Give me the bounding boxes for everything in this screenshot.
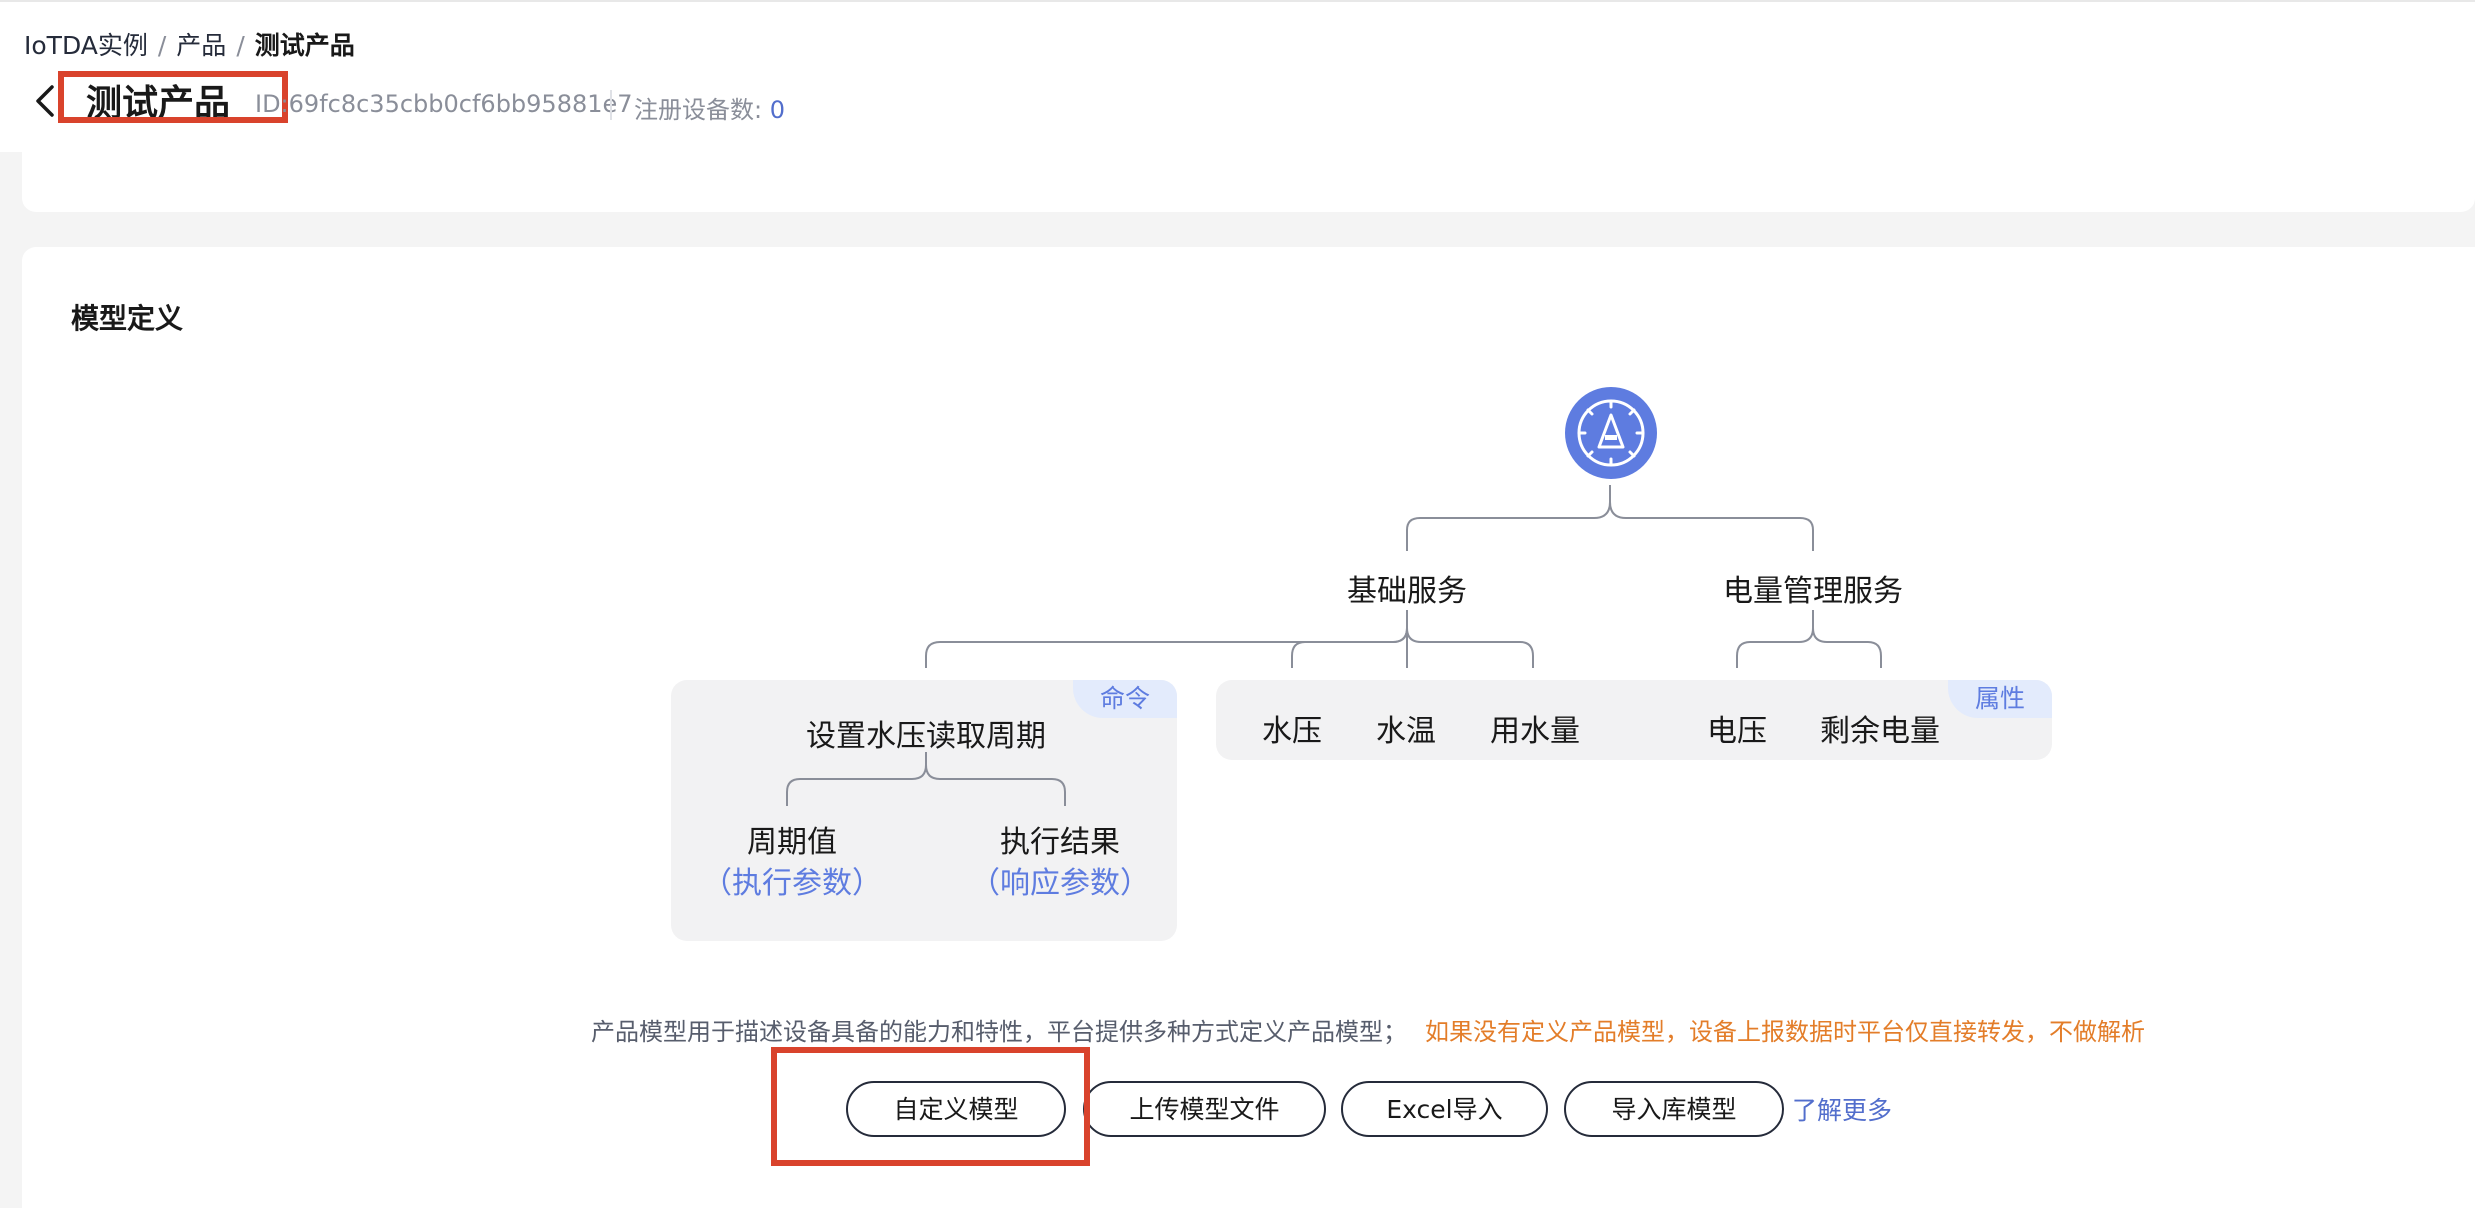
command-param-type: （执行参数） bbox=[702, 866, 882, 901]
excel-import-button[interactable]: Excel导入 bbox=[1341, 1081, 1548, 1137]
upload-model-file-button[interactable]: 上传模型文件 bbox=[1083, 1081, 1326, 1137]
service-basic: 基础服务 bbox=[1347, 574, 1467, 609]
command-name: 设置水压读取周期 bbox=[806, 719, 1046, 754]
custom-model-button[interactable]: 自定义模型 bbox=[846, 1081, 1066, 1137]
property-water-pressure: 水压 bbox=[1262, 714, 1322, 749]
root-device-icon bbox=[1565, 387, 1657, 479]
command-response-type: （响应参数） bbox=[970, 866, 1150, 901]
command-response-name: 执行结果 bbox=[1000, 825, 1120, 860]
property-voltage: 电压 bbox=[1707, 714, 1767, 749]
service-power: 电量管理服务 bbox=[1723, 574, 1903, 609]
description-warning: 如果没有定义产品模型，设备上报数据时平台仅直接转发，不做解析 bbox=[1425, 1018, 2145, 1046]
command-param-name: 周期值 bbox=[747, 825, 837, 860]
description-text: 产品模型用于描述设备具备的能力和特性，平台提供多种方式定义产品模型； bbox=[591, 1018, 1407, 1046]
property-water-temp: 水温 bbox=[1376, 714, 1436, 749]
property-remaining-power: 剩余电量 bbox=[1820, 714, 1940, 749]
learn-more-link[interactable]: 了解更多 bbox=[1792, 1091, 1892, 1127]
import-library-model-button[interactable]: 导入库模型 bbox=[1564, 1081, 1784, 1137]
property-water-usage: 用水量 bbox=[1490, 714, 1580, 749]
model-description: 产品模型用于描述设备具备的能力和特性，平台提供多种方式定义产品模型； 如果没有定义… bbox=[591, 1012, 2145, 1047]
